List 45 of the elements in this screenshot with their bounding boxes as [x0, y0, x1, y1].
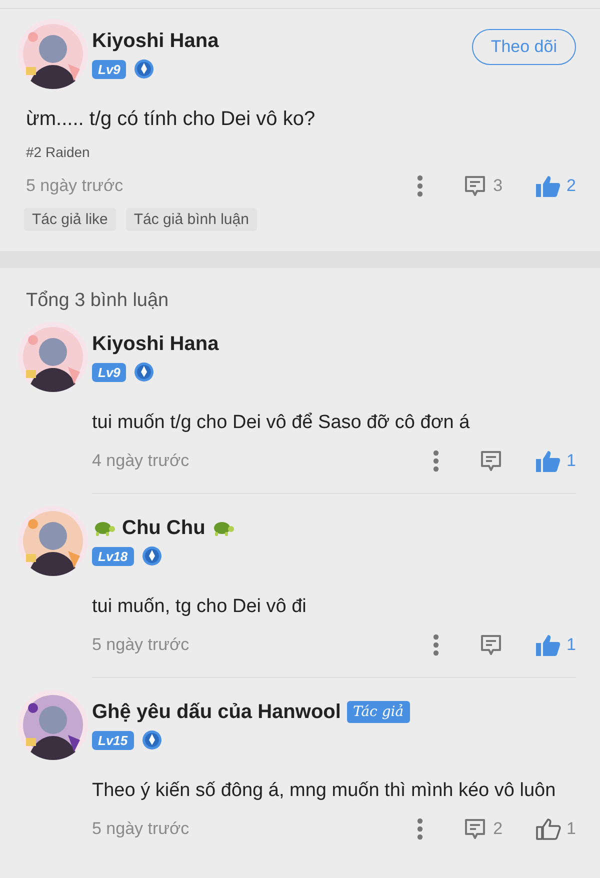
- level-badge: Lv9: [92, 362, 126, 382]
- comment-count: 2: [493, 819, 503, 839]
- comment-icon[interactable]: [478, 449, 503, 473]
- more-icon[interactable]: [417, 175, 424, 197]
- like-count: 1: [566, 819, 576, 839]
- more-icon[interactable]: [417, 818, 424, 840]
- timestamp: 4 ngày trước: [92, 451, 190, 471]
- comment-text: tui muốn t/g cho Dei vô để Saso đỡ cô đơn á: [92, 411, 471, 435]
- level-badge: Lv18: [92, 546, 134, 566]
- level-badge: Lv15: [92, 730, 134, 750]
- chapter-tag: #2 Raiden: [0, 144, 600, 160]
- thumbs-up-icon[interactable]: [534, 817, 561, 841]
- like-count: 1: [566, 451, 576, 471]
- comment-icon[interactable]: [463, 817, 488, 841]
- medal-icon: [134, 59, 154, 79]
- user-name[interactable]: Chu Chu: [122, 516, 206, 540]
- thumbs-up-icon[interactable]: [534, 633, 561, 657]
- medal-icon: [142, 730, 162, 750]
- comment-text: ừm..... t/g có tính cho Dei vô ko?: [25, 107, 316, 132]
- turtle-icon: [92, 519, 116, 537]
- timestamp: 5 ngày trước: [26, 176, 124, 196]
- author-badge: Tác giả: [346, 701, 410, 723]
- timestamp: 5 ngày trước: [92, 819, 190, 839]
- user-name[interactable]: Kiyoshi Hana: [92, 332, 219, 356]
- comment-text: tui muốn, tg cho Dei vô đi: [92, 595, 308, 619]
- author-label: Tác giả bình luận: [126, 208, 257, 231]
- medal-icon: [134, 362, 154, 382]
- like-count: 1: [566, 635, 576, 655]
- thumbs-up-icon[interactable]: [534, 174, 561, 198]
- comment-count: 3: [493, 176, 503, 196]
- author-label: Tác giả like: [24, 208, 116, 231]
- more-icon[interactable]: [432, 634, 439, 656]
- medal-icon: [142, 546, 162, 566]
- comment-text: Theo ý kiến số đông á, mng muốn thì mình kéo vô luôn: [92, 779, 557, 803]
- user-name[interactable]: Kiyoshi Hana: [92, 30, 219, 52]
- thumbs-up-icon[interactable]: [534, 449, 561, 473]
- level-badge: Lv9: [92, 60, 126, 78]
- user-name[interactable]: Ghệ yêu dấu của Hanwool: [92, 700, 341, 724]
- like-count: 2: [566, 176, 576, 196]
- more-icon[interactable]: [432, 450, 439, 472]
- turtle-icon: [211, 519, 236, 537]
- comment-icon[interactable]: [463, 174, 488, 198]
- timestamp: 5 ngày trước: [92, 635, 190, 655]
- comment-icon[interactable]: [478, 633, 503, 657]
- comment-count-heading: Tổng 3 bình luận: [25, 289, 170, 313]
